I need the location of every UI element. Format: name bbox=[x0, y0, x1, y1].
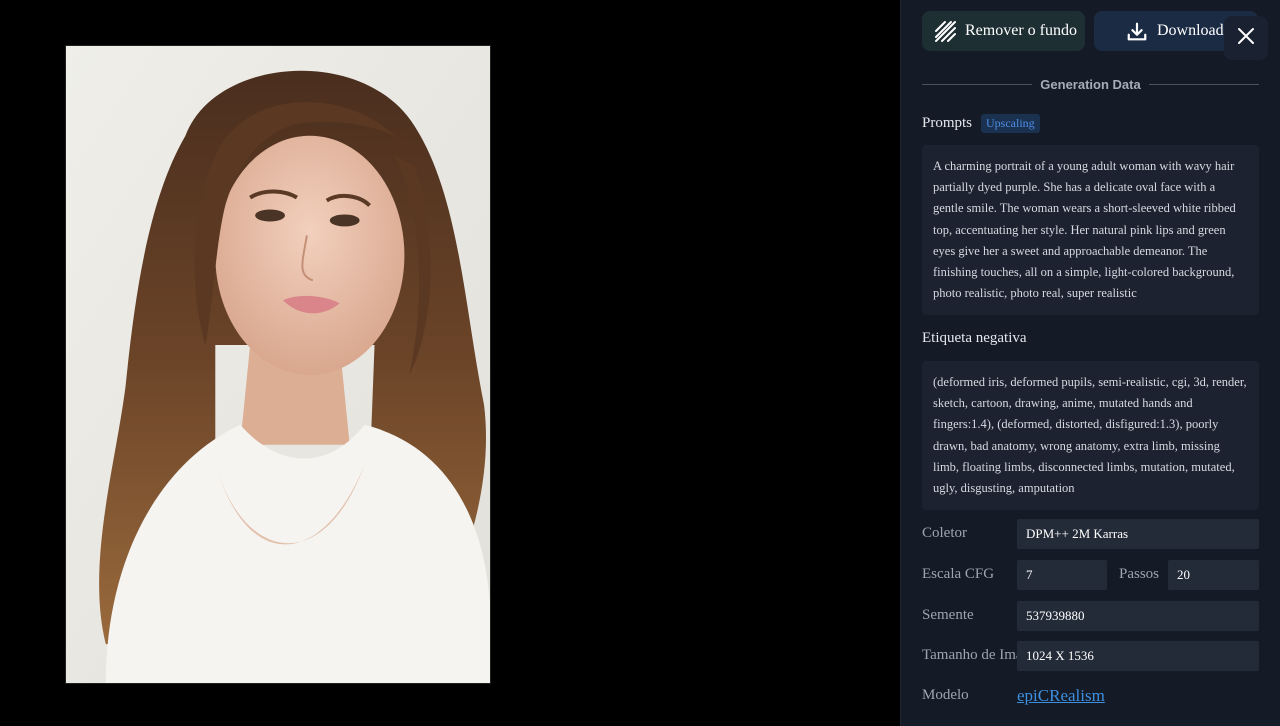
model-label: Modelo bbox=[922, 687, 969, 703]
prompts-label: Prompts bbox=[922, 115, 973, 131]
seed-label: Semente bbox=[922, 607, 974, 623]
image-size-label: Tamanho de Imagem bbox=[922, 647, 1022, 663]
cfg-scale-value: 7 bbox=[1017, 560, 1107, 590]
negative-label: Etiqueta negativa bbox=[922, 330, 1027, 346]
prompt-text: A charming portrait of a young adult wom… bbox=[922, 145, 1259, 315]
image-viewer bbox=[0, 0, 900, 726]
remove-background-label: Remover o fundo bbox=[965, 22, 1077, 39]
portrait-illustration bbox=[66, 46, 490, 683]
generation-panel: Remover o fundo Download Generation Data… bbox=[900, 0, 1280, 726]
generation-data-divider: Generation Data bbox=[922, 74, 1260, 94]
image-size-value: 1024 X 1536 bbox=[1017, 641, 1259, 671]
sampler-value: DPM++ 2M Karras bbox=[1017, 519, 1259, 549]
cfg-scale-label: Escala CFG bbox=[922, 566, 995, 582]
negative-prompt-text: (deformed iris, deformed pupils, semi-re… bbox=[922, 361, 1259, 510]
seed-value: 537939880 bbox=[1017, 601, 1259, 631]
divider-line bbox=[922, 83, 1033, 85]
diagonal-lines-icon bbox=[934, 20, 956, 42]
steps-label: Passos bbox=[1119, 566, 1160, 582]
download-icon bbox=[1126, 20, 1148, 42]
divider-line bbox=[1148, 83, 1260, 85]
negative-heading: Etiqueta negativa bbox=[922, 330, 1027, 347]
steps-value: 20 bbox=[1168, 560, 1259, 590]
section-title: Generation Data bbox=[1040, 76, 1141, 92]
action-bar: Remover o fundo Download bbox=[922, 11, 1258, 51]
close-button[interactable] bbox=[1224, 16, 1268, 60]
close-icon bbox=[1236, 26, 1256, 51]
download-label: Download bbox=[1157, 22, 1224, 39]
prompts-heading: Prompts Upscaling bbox=[922, 114, 1040, 133]
upscaling-tag[interactable]: Upscaling bbox=[981, 114, 1040, 133]
generated-image[interactable] bbox=[65, 45, 491, 684]
sampler-label: Coletor bbox=[922, 525, 967, 541]
model-link[interactable]: epiCRealism bbox=[1017, 686, 1105, 706]
remove-background-button[interactable]: Remover o fundo bbox=[922, 11, 1085, 51]
